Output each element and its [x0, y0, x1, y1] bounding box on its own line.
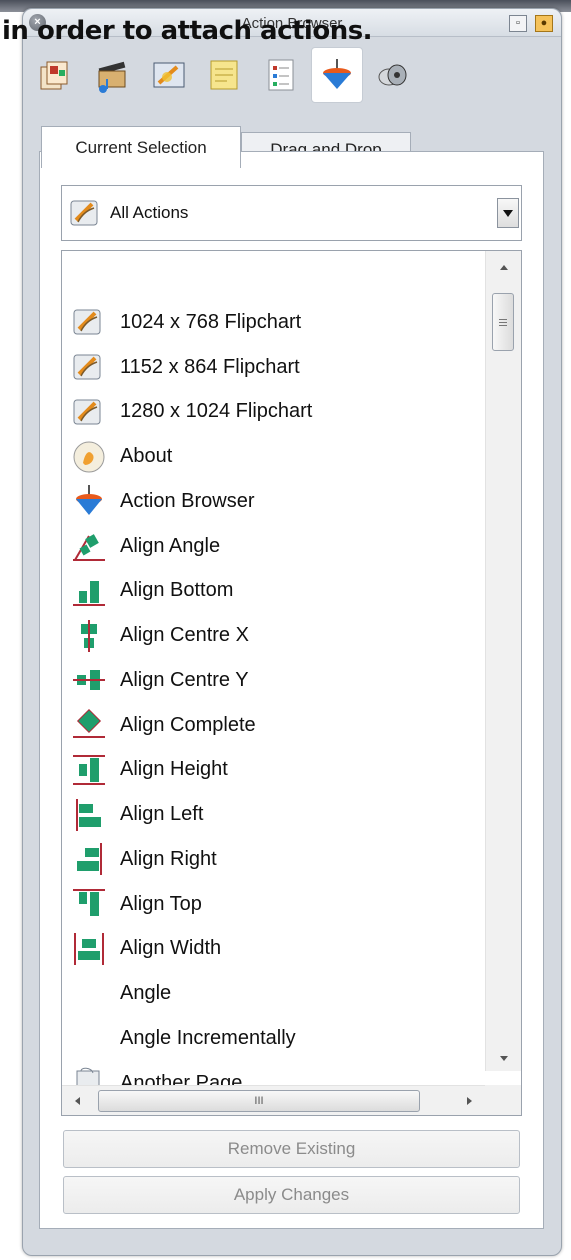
list-item[interactable]: Angle Incrementally — [68, 1016, 488, 1061]
list-item-label: Align Left — [120, 803, 204, 826]
horizontal-scrollbar[interactable]: III — [62, 1085, 486, 1115]
align-left-icon — [68, 796, 110, 834]
list-item-label: Action Browser — [120, 489, 255, 512]
scroll-right-icon[interactable] — [456, 1086, 482, 1115]
list-item[interactable]: Align Left — [68, 792, 488, 837]
list-item[interactable]: 1024 x 768 Flipchart — [68, 300, 488, 345]
list-item[interactable]: Align Height — [68, 748, 488, 793]
list-item-label: Align Height — [120, 758, 228, 781]
notes-icon[interactable] — [199, 47, 251, 103]
align-angle-icon — [68, 527, 110, 565]
list-item-label: About — [120, 445, 173, 468]
scroll-left-icon[interactable] — [64, 1086, 90, 1115]
list-item-label: Align Centre Y — [120, 668, 249, 691]
flipchart-icon — [68, 196, 104, 230]
apply-changes-button[interactable]: Apply Changes — [63, 1176, 520, 1214]
pages-icon[interactable] — [31, 47, 83, 103]
list-item[interactable]: Align Centre Y — [68, 658, 488, 703]
align-height-icon — [68, 751, 110, 789]
align-width-icon — [68, 930, 110, 968]
vertical-scroll-thumb[interactable] — [492, 293, 514, 351]
list-item-label: Align Complete — [120, 713, 256, 736]
resources-icon[interactable] — [87, 47, 139, 103]
list-item[interactable]: 1280 x 1024 Flipchart — [68, 390, 488, 435]
tab-current-selection[interactable]: Current Selection — [41, 126, 241, 168]
list-item[interactable]: Align Bottom — [68, 569, 488, 614]
list-item-label: Align Width — [120, 937, 222, 960]
vertical-scrollbar[interactable] — [485, 251, 521, 1071]
list-item-label: 1280 x 1024 Flipchart — [120, 400, 313, 423]
list-item-label: Align Angle — [120, 534, 221, 557]
action-filter-dropdown[interactable]: All Actions — [61, 185, 522, 241]
align-complete-icon — [68, 706, 110, 744]
blank-icon — [68, 975, 110, 1013]
list-item-label: 1024 x 768 Flipchart — [120, 310, 302, 333]
blank-icon — [68, 1019, 110, 1057]
align-centre-x-icon — [68, 617, 110, 655]
actions-list-items: 1024 x 768 Flipchart 1152 x 864 Flipchart… — [68, 300, 488, 1106]
list-item-label: Angle — [120, 982, 172, 1005]
align-centre-y-icon — [68, 661, 110, 699]
observations-icon[interactable] — [367, 47, 419, 103]
list-item[interactable]: Align Angle — [68, 524, 488, 569]
horizontal-scroll-thumb[interactable]: III — [98, 1090, 420, 1112]
flipchart-icon — [68, 303, 110, 341]
list-item-label: 1152 x 864 Flipchart — [120, 355, 300, 378]
align-right-icon — [68, 840, 110, 878]
list-item-label: Align Centre X — [120, 624, 249, 647]
actions-list[interactable]: 1024 x 768 Flipchart 1152 x 864 Flipchart… — [61, 250, 522, 1116]
restore-icon[interactable]: ▫ — [509, 15, 527, 32]
pin-icon[interactable]: ● — [535, 15, 553, 32]
list-item-label: Align Bottom — [120, 579, 234, 602]
list-item[interactable]: 1152 x 864 Flipchart — [68, 345, 488, 390]
properties-icon[interactable] — [255, 47, 307, 103]
list-item[interactable]: Align Width — [68, 927, 488, 972]
align-bottom-icon — [68, 572, 110, 610]
list-item-label: Align Top — [120, 892, 202, 915]
chevron-down-icon[interactable] — [497, 198, 519, 228]
list-item[interactable]: Align Centre X — [68, 613, 488, 658]
list-item[interactable]: About — [68, 434, 488, 479]
list-item[interactable]: Angle — [68, 971, 488, 1016]
list-item[interactable]: Align Complete — [68, 703, 488, 748]
action-browser-icon[interactable] — [311, 47, 363, 103]
list-item-label: Angle Incrementally — [120, 1026, 296, 1049]
caption-text: in order to attach actions. — [2, 16, 373, 46]
list-item[interactable]: Align Top — [68, 882, 488, 927]
list-item[interactable]: Action Browser — [68, 479, 488, 524]
browser-toolbar — [31, 47, 419, 107]
align-top-icon — [68, 885, 110, 923]
about-icon — [68, 438, 110, 476]
action-browser-icon — [68, 482, 110, 520]
scroll-up-icon[interactable] — [486, 256, 521, 278]
flipchart-icon — [68, 348, 110, 386]
dropdown-selected-label: All Actions — [110, 203, 189, 222]
scroll-down-icon[interactable] — [486, 1047, 521, 1069]
list-item-label: Align Right — [120, 847, 217, 870]
scrollbar-corner — [485, 1085, 521, 1115]
flipchart-icon — [68, 393, 110, 431]
action-browser-window: × Action Browser ▫ ● Current Selection D… — [22, 8, 562, 1256]
flipchart-icon[interactable] — [143, 47, 195, 103]
list-item[interactable]: Align Right — [68, 837, 488, 882]
remove-existing-button[interactable]: Remove Existing — [63, 1130, 520, 1168]
